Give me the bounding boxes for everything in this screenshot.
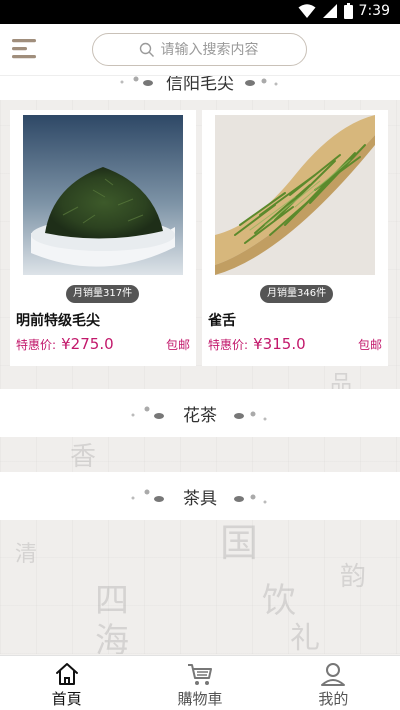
product-name[interactable]: 明前特级毛尖	[16, 310, 100, 330]
status-bar: 7:39	[0, 0, 400, 24]
nav-cart-label: 購物車	[177, 690, 223, 708]
price-row: 特惠价: ¥275.0 包邮	[16, 334, 190, 353]
nav-cart[interactable]: 購物車	[133, 656, 266, 710]
search-icon	[139, 42, 154, 57]
tea-dots-right-icon	[234, 411, 267, 421]
product-image-maojian[interactable]	[23, 115, 183, 275]
tea-dots-left-icon	[131, 489, 164, 502]
bottom-nav: 首頁 購物車 我的	[0, 655, 400, 710]
price-label: 特惠价:	[16, 338, 57, 352]
price-value: ¥275.0	[61, 335, 114, 353]
tea-dots-left-icon	[120, 76, 153, 86]
product-card[interactable]: 月销量317件 明前特级毛尖 特惠价: ¥275.0 包邮	[10, 110, 196, 366]
product-name[interactable]: 雀舌	[208, 310, 236, 330]
price-label: 特惠价:	[208, 338, 249, 352]
app-header	[0, 24, 400, 76]
category-label: 花茶	[183, 405, 217, 426]
tea-dots-right-icon	[234, 494, 267, 504]
signal-icon	[322, 4, 337, 18]
product-image-queshe[interactable]	[215, 115, 375, 275]
battery-icon	[343, 3, 353, 19]
search-box[interactable]	[92, 33, 307, 66]
product-card[interactable]: 月销量346件 雀舌 特惠价: ¥315.0 包邮	[202, 110, 388, 366]
category-banner-tea-set[interactable]: 茶具	[0, 472, 400, 520]
tea-dots-left-icon	[131, 406, 164, 419]
wifi-icon	[298, 4, 316, 18]
status-icons: 7:39	[298, 3, 390, 19]
menu-icon	[12, 39, 36, 59]
price-value: ¥315.0	[253, 335, 306, 353]
tea-dots-right-icon	[245, 78, 278, 86]
nav-home[interactable]: 首頁	[0, 656, 133, 710]
nav-profile-label: 我的	[318, 690, 349, 708]
home-icon	[55, 663, 78, 685]
shipping-tag: 包邮	[357, 338, 382, 352]
category-banner-flower-tea[interactable]: 花茶	[0, 389, 400, 437]
status-time: 7:39	[358, 3, 390, 19]
user-icon	[321, 663, 346, 686]
search-input[interactable]	[160, 41, 261, 58]
nav-home-label: 首頁	[51, 690, 82, 708]
nav-profile[interactable]: 我的	[267, 656, 400, 710]
shipping-tag: 包邮	[165, 338, 190, 352]
price-row: 特惠价: ¥315.0 包邮	[208, 334, 382, 353]
sales-badge: 月销量346件	[260, 285, 334, 303]
cart-icon	[187, 664, 212, 685]
category-top-label: 信阳毛尖	[166, 76, 234, 94]
category-banner-top[interactable]: 信阳毛尖	[0, 76, 400, 100]
category-label: 茶具	[183, 488, 217, 509]
menu-button[interactable]	[11, 36, 39, 62]
sales-badge: 月销量317件	[66, 285, 140, 303]
